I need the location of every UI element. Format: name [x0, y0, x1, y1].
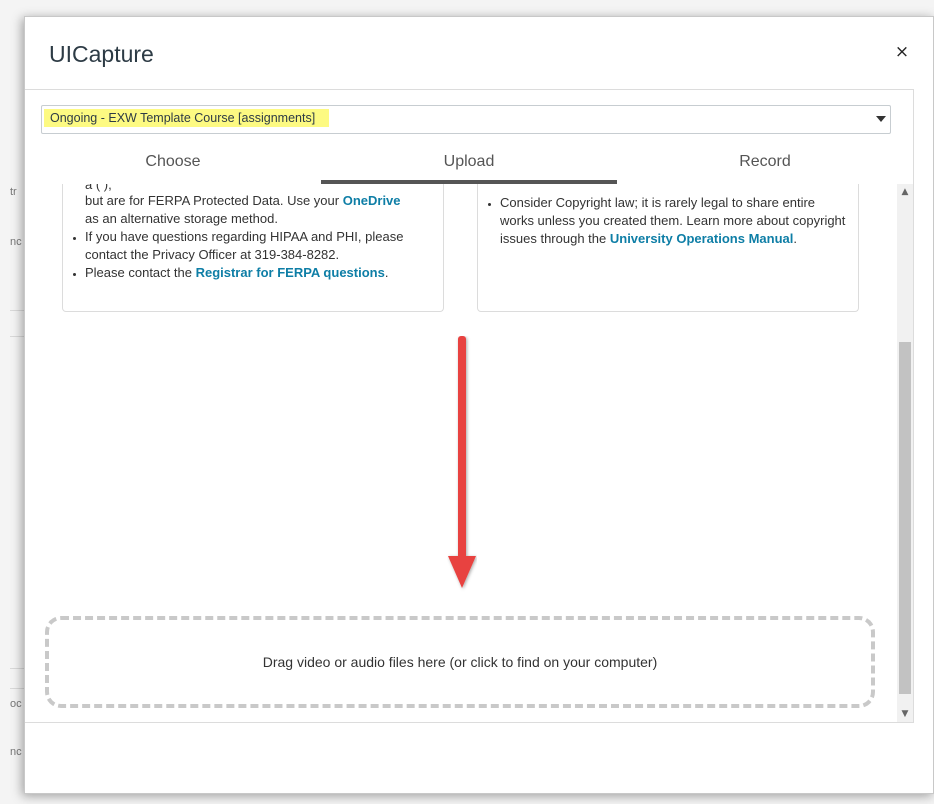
copyright-box: Consider Copyright law; it is rarely leg…	[477, 184, 859, 312]
arrow-down-icon	[448, 336, 476, 588]
tab-upload[interactable]: Upload	[321, 140, 617, 184]
chevron-up-icon[interactable]: ▲	[897, 184, 913, 200]
list-item: Consider Copyright law; it is rarely leg…	[500, 194, 848, 248]
list-item-text: If you have questions regarding HIPAA an…	[85, 229, 404, 262]
close-icon[interactable]: ×	[893, 43, 911, 61]
uicapture-modal: UICapture × Ongoing - EXW Template Cours…	[24, 16, 934, 794]
scrollbar-thumb[interactable]	[899, 342, 911, 694]
list-item-text: Please contact the	[85, 265, 196, 280]
uicapture-app-frame: Ongoing - EXW Template Course [assignmen…	[25, 89, 914, 723]
course-select[interactable]: Ongoing - EXW Template Course [assignmen…	[41, 105, 891, 134]
list-item: Please contact the Registrar for FERPA q…	[85, 264, 433, 282]
registrar-ferpa-link[interactable]: Registrar for FERPA questions	[196, 265, 385, 280]
tab-bar: Choose Upload Record	[25, 140, 913, 184]
background-text-fragment: oc	[10, 698, 22, 710]
list-item: but are for FERPA Protected Data. Use yo…	[73, 192, 433, 228]
course-select-value: Ongoing - EXW Template Course [assignmen…	[44, 109, 330, 127]
tab-record[interactable]: Record	[617, 140, 913, 184]
chevron-down-icon[interactable]: ▼	[897, 706, 913, 722]
onedrive-link[interactable]: OneDrive	[343, 193, 401, 208]
background-text-fragment: nc	[10, 746, 22, 758]
upload-panel: a ( ), but are for FERPA Protected Data.…	[25, 184, 897, 722]
vertical-scrollbar[interactable]: ▲ ▼	[897, 184, 913, 722]
list-item-text: but are for FERPA Protected Data. Use yo…	[85, 193, 343, 208]
copyright-list: Consider Copyright law; it is rarely leg…	[488, 194, 848, 248]
chevron-down-icon	[876, 116, 886, 122]
modal-title: UICapture	[49, 41, 154, 67]
university-operations-manual-link[interactable]: University Operations Manual	[610, 231, 794, 246]
data-policy-list: but are for FERPA Protected Data. Use yo…	[73, 192, 433, 282]
file-dropzone[interactable]: Drag video or audio files here (or click…	[45, 616, 875, 708]
list-item-text: .	[793, 231, 797, 246]
dropzone-label: Drag video or audio files here (or click…	[262, 654, 658, 670]
background-text-fragment: nc	[10, 236, 22, 248]
list-item-text: as an alternative storage method.	[85, 211, 278, 226]
data-policy-box: a ( ), but are for FERPA Protected Data.…	[62, 184, 444, 312]
tab-choose[interactable]: Choose	[25, 140, 321, 184]
list-item-text: .	[384, 265, 389, 280]
background-text-fragment: tr	[10, 186, 17, 198]
list-item: If you have questions regarding HIPAA an…	[85, 228, 433, 264]
